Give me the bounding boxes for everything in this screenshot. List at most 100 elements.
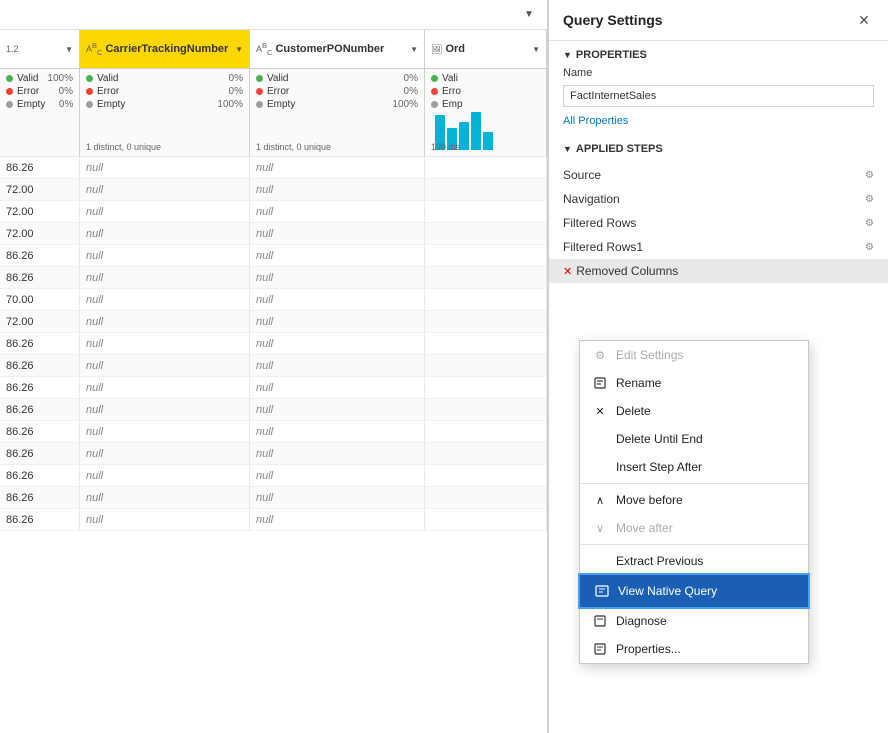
step-source-label: Source — [563, 168, 601, 182]
cell-amount: 72.00 — [0, 223, 80, 244]
col-header-ord[interactable]: 🖼 Ord ▼ — [425, 30, 547, 68]
col-dropdown-carrier[interactable]: ▼ — [235, 45, 243, 54]
ctx-delete-until-end[interactable]: Delete Until End — [580, 425, 808, 453]
cell-carrier: null — [80, 201, 250, 222]
step-source[interactable]: Source ⚙ — [549, 163, 888, 187]
ctx-rename[interactable]: Rename — [580, 369, 808, 397]
table-row: 86.26 null null — [0, 245, 547, 267]
cell-po: null — [250, 333, 425, 354]
ctx-insert-step-after[interactable]: Insert Step After — [580, 453, 808, 481]
rename-icon — [592, 375, 608, 391]
col-type-ord: 🖼 — [431, 44, 442, 55]
close-button[interactable]: ✕ — [854, 10, 874, 30]
col-header-carrier[interactable]: ABC CarrierTrackingNumber ▼ — [80, 30, 250, 68]
step-removed-columns[interactable]: ✕ Removed Columns — [549, 259, 888, 283]
cell-carrier: null — [80, 223, 250, 244]
table-container: 1.2 ▼ ABC CarrierTrackingNumber ▼ ABC Cu… — [0, 30, 547, 733]
ctx-properties-label: Properties... — [616, 642, 796, 656]
step-filtered-rows-gear-icon[interactable]: ⚙ — [865, 218, 874, 229]
extract-previous-icon — [592, 553, 608, 569]
table-row: 72.00 null null — [0, 201, 547, 223]
cell-amount: 86.26 — [0, 465, 80, 486]
table-row: 72.00 null null — [0, 179, 547, 201]
ctx-delete-until-end-label: Delete Until End — [616, 432, 796, 446]
step-navigation-label: Navigation — [563, 192, 620, 206]
ctx-view-native-query[interactable]: View Native Query — [580, 575, 808, 607]
stats-cell-ord: Vali Erro Emp 199 dis — [425, 69, 547, 156]
insert-step-icon — [592, 459, 608, 475]
step-navigation[interactable]: Navigation ⚙ — [549, 187, 888, 211]
cell-carrier: null — [80, 399, 250, 420]
ctx-separator-2 — [580, 544, 808, 545]
table-row: 86.26 null null — [0, 157, 547, 179]
table-header: 1.2 ▼ ABC CarrierTrackingNumber ▼ ABC Cu… — [0, 30, 547, 69]
collapse-button[interactable]: ▼ — [519, 5, 539, 25]
cell-po: null — [250, 377, 425, 398]
step-filtered-rows1-label: Filtered Rows1 — [563, 240, 643, 254]
col-dropdown-ord[interactable]: ▼ — [532, 45, 540, 54]
step-navigation-gear-icon[interactable]: ⚙ — [865, 194, 874, 205]
ctx-move-after[interactable]: ∨ Move after — [580, 514, 808, 542]
cell-carrier: null — [80, 509, 250, 530]
properties-section-title: ▼ PROPERTIES — [549, 41, 888, 65]
data-panel: ▼ 1.2 ▼ ABC CarrierTrackingNumber ▼ ABC … — [0, 0, 548, 733]
valid-label-3: Valid — [267, 73, 289, 84]
delete-icon: ✕ — [592, 403, 608, 419]
cell-ord — [425, 509, 547, 530]
ctx-rename-label: Rename — [616, 376, 796, 390]
name-input[interactable] — [563, 85, 874, 107]
cell-carrier: null — [80, 333, 250, 354]
table-row: 72.00 null null — [0, 223, 547, 245]
cell-amount: 86.26 — [0, 333, 80, 354]
col-name-carrier: CarrierTrackingNumber — [105, 43, 228, 55]
table-row: 86.26 null null — [0, 465, 547, 487]
cell-carrier: null — [80, 267, 250, 288]
valid-pct-3: 0% — [390, 73, 418, 84]
error-pct-1: 0% — [45, 86, 73, 97]
valid-label-1: Valid — [17, 73, 39, 84]
step-error-icon: ✕ — [563, 265, 572, 278]
ctx-view-native-query-label: View Native Query — [618, 584, 794, 598]
move-after-icon: ∨ — [592, 520, 608, 536]
cell-ord — [425, 157, 547, 178]
col-header-amount[interactable]: 1.2 ▼ — [0, 30, 80, 68]
step-filtered-rows[interactable]: Filtered Rows ⚙ — [549, 211, 888, 235]
table-row: 86.26 null null — [0, 399, 547, 421]
ctx-extract-previous[interactable]: Extract Previous — [580, 547, 808, 575]
ctx-diagnose[interactable]: Diagnose — [580, 607, 808, 635]
col-dropdown-po[interactable]: ▼ — [410, 45, 418, 54]
cell-carrier: null — [80, 377, 250, 398]
cell-ord — [425, 267, 547, 288]
cell-po: null — [250, 223, 425, 244]
step-source-gear-icon[interactable]: ⚙ — [865, 170, 874, 181]
col-name-ord: Ord — [445, 43, 465, 55]
empty-label-4: Emp — [442, 99, 463, 110]
settings-header: Query Settings ✕ — [549, 0, 888, 41]
cell-ord — [425, 311, 547, 332]
cell-amount: 86.26 — [0, 421, 80, 442]
col-dropdown-amount[interactable]: ▼ — [65, 45, 73, 54]
col-header-po[interactable]: ABC CustomerPONumber ▼ — [250, 30, 425, 68]
step-filtered-rows1-gear-icon[interactable]: ⚙ — [865, 242, 874, 253]
cell-po: null — [250, 421, 425, 442]
cell-amount: 86.26 — [0, 377, 80, 398]
table-row: 86.26 null null — [0, 267, 547, 289]
cell-po: null — [250, 355, 425, 376]
empty-pct-1: 0% — [45, 99, 73, 110]
valid-pct-2: 0% — [215, 73, 243, 84]
ctx-properties[interactable]: Properties... — [580, 635, 808, 663]
cell-po: null — [250, 509, 425, 530]
cell-carrier: null — [80, 157, 250, 178]
all-properties-link[interactable]: All Properties — [549, 111, 888, 135]
step-filtered-rows1[interactable]: Filtered Rows1 ⚙ — [549, 235, 888, 259]
ctx-move-before[interactable]: ∧ Move before — [580, 486, 808, 514]
cell-ord — [425, 443, 547, 464]
cell-carrier: null — [80, 179, 250, 200]
ctx-delete[interactable]: ✕ Delete — [580, 397, 808, 425]
table-row: 86.26 null null — [0, 377, 547, 399]
settings-title: Query Settings — [563, 12, 663, 28]
table-row: 86.26 null null — [0, 509, 547, 531]
ctx-edit-settings[interactable]: ⚙ Edit Settings — [580, 341, 808, 369]
stats-cell-carrier: Valid 0% Error 0% Empty 100% 1 distinct,… — [80, 69, 250, 156]
cell-po: null — [250, 267, 425, 288]
